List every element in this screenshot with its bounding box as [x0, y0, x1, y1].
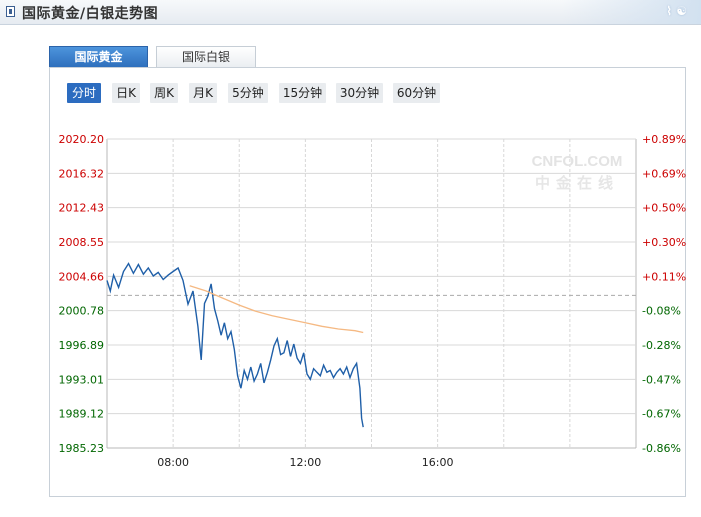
x-tick-label: 08:00: [157, 456, 189, 469]
y-tick-label-left: 2012.43: [59, 202, 105, 215]
y-tick-label-right: +0.50%: [642, 202, 686, 215]
y-tick-label-right: -0.08%: [642, 305, 681, 318]
y-tick-label-left: 2016.32: [59, 167, 105, 180]
y-tick-label-left: 2004.66: [59, 270, 105, 283]
y-tick-label-right: -0.47%: [642, 373, 681, 386]
price-chart: CNFOL.COM 中金在线 2020.20 +0.89% 2016.32 +0.69…: [59, 133, 687, 469]
y-tick-label-left: 1993.01: [59, 373, 105, 386]
watermark: CNFOL.COM 中金在线: [532, 153, 623, 192]
x-tick-label: 12:00: [290, 456, 322, 469]
y-tick-label-right: +0.89%: [642, 133, 686, 146]
y-tick-label-right: -0.67%: [642, 408, 681, 421]
y-tick-label-left: 1996.89: [59, 339, 105, 352]
y-tick-label-left: 1985.23: [59, 442, 105, 455]
x-tick-label: 16:00: [422, 456, 454, 469]
y-tick-label-right: -0.86%: [642, 442, 681, 455]
y-tick-label-right: -0.28%: [642, 339, 681, 352]
y-tick-label-left: 2000.78: [59, 305, 105, 318]
watermark-cn: 中金在线: [535, 174, 619, 192]
y-tick-label-right: +0.11%: [642, 270, 686, 283]
y-tick-label-right: +0.69%: [642, 167, 686, 180]
y-tick-label-left: 2020.20: [59, 133, 105, 146]
y-tick-label-left: 2008.55: [59, 236, 105, 249]
y-tick-label-right: +0.30%: [642, 236, 686, 249]
series-average-line: [189, 285, 364, 334]
y-tick-label-left: 1989.12: [59, 408, 105, 421]
watermark-en: CNFOL.COM: [532, 153, 623, 170]
x-axis-labels: 08:00 12:00 16:00: [157, 456, 453, 469]
